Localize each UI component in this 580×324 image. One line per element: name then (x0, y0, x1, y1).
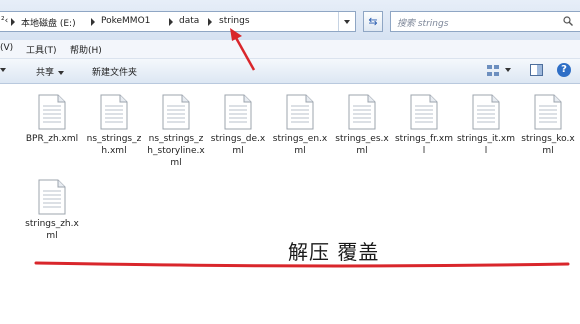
xml-file-icon (38, 179, 66, 215)
address-bar-row: ²‹ 本地磁盘 (E:) PokeMMO1 data strings ⇆ 搜索 … (0, 0, 580, 40)
search-input[interactable]: 搜索 strings (390, 11, 580, 32)
file-name: strings_it.xml (456, 134, 515, 156)
breadcrumb-data[interactable]: data (179, 16, 199, 26)
breadcrumb-separator-icon[interactable] (208, 18, 212, 26)
address-bar-prefix: ²‹ (1, 16, 9, 26)
file-item[interactable]: strings_zh.xml (22, 179, 82, 242)
xml-file-icon (534, 94, 562, 130)
annotation-underline (34, 261, 570, 268)
file-name: strings_es.xml (335, 134, 389, 156)
chevron-down-icon (505, 67, 511, 72)
address-history-dropdown[interactable] (338, 12, 356, 31)
file-name: strings_en.xml (272, 134, 328, 156)
file-list: BPR_zh.xml ns_strings_zh.xml ns_strings_zh… (0, 84, 580, 324)
file-item[interactable]: strings_it.xml (456, 94, 516, 157)
menu-bar: (V) 工具(T) 帮助(H) (0, 40, 580, 59)
toolbar-overflow-icon[interactable] (0, 65, 6, 75)
xml-file-icon (100, 94, 128, 130)
menu-help[interactable]: 帮助(H) (70, 43, 102, 56)
file-item[interactable]: ns_strings_zh.xml (84, 94, 144, 157)
file-name: strings_fr.xml (394, 134, 454, 156)
xml-file-icon (224, 94, 252, 130)
file-item[interactable]: strings_es.xml (332, 94, 392, 157)
breadcrumb-separator-icon[interactable] (169, 18, 173, 26)
xml-file-icon (162, 94, 190, 130)
menu-tools[interactable]: 工具(T) (26, 43, 57, 56)
xml-file-icon (286, 94, 314, 130)
share-button[interactable]: 共享 (36, 65, 65, 78)
breadcrumb-separator-icon[interactable] (91, 18, 95, 26)
share-label: 共享 (36, 68, 55, 78)
file-name: ns_strings_zh.xml (86, 134, 142, 156)
file-item[interactable]: ns_strings_zh_storyline.xml (146, 94, 206, 169)
annotation-arrow-icon (230, 28, 256, 71)
breadcrumb-drive[interactable]: 本地磁盘 (E:) (21, 16, 76, 29)
view-options-dropdown[interactable] (505, 65, 511, 75)
menu-view[interactable]: (V) (0, 43, 13, 53)
xml-file-icon (348, 94, 376, 130)
breadcrumb-separator-icon[interactable] (11, 18, 15, 26)
file-item[interactable]: strings_fr.xml (394, 94, 454, 157)
help-icon[interactable]: ? (557, 63, 571, 77)
chevron-down-icon (58, 70, 65, 75)
file-item[interactable]: strings_de.xml (208, 94, 268, 157)
file-item[interactable]: BPR_zh.xml (22, 94, 82, 145)
xml-file-icon (472, 94, 500, 130)
file-item[interactable]: strings_ko.xml (518, 94, 578, 157)
command-toolbar: 共享 新建文件夹 ? (0, 59, 580, 84)
address-bar[interactable]: ²‹ 本地磁盘 (E:) PokeMMO1 data strings (0, 11, 356, 32)
xml-file-icon (410, 94, 438, 130)
view-options-icon[interactable] (487, 65, 499, 76)
search-placeholder: 搜索 strings (397, 19, 449, 29)
preview-pane-icon[interactable] (530, 64, 543, 76)
search-icon[interactable] (563, 16, 573, 26)
file-name: strings_de.xml (210, 134, 266, 156)
file-name: BPR_zh.xml (25, 134, 79, 144)
file-name: strings_zh.xml (25, 219, 79, 241)
breadcrumb-pokemmo1[interactable]: PokeMMO1 (101, 16, 150, 26)
refresh-button[interactable]: ⇆ (363, 11, 383, 32)
refresh-icon: ⇆ (368, 15, 378, 28)
xml-file-icon (38, 94, 66, 130)
file-name: ns_strings_zh_storyline.xml (147, 134, 205, 168)
file-item[interactable]: strings_en.xml (270, 94, 330, 157)
new-folder-button[interactable]: 新建文件夹 (92, 65, 137, 78)
file-name: strings_ko.xml (521, 134, 575, 156)
chevron-down-icon (344, 20, 350, 24)
